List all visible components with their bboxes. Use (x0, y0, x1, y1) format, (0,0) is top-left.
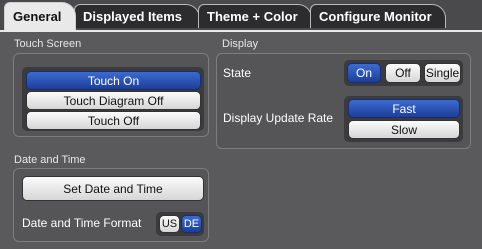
state-label: State (223, 66, 252, 80)
state-off-button[interactable]: Off (385, 63, 421, 83)
tab-displayed-items[interactable]: Displayed Items (74, 4, 200, 28)
date-time-title: Date and Time (14, 154, 86, 166)
tab-bar: General Displayed Items Theme + Color Co… (0, 0, 482, 30)
format-us-button[interactable]: US (159, 215, 180, 233)
update-rate-slow-button[interactable]: Slow (348, 120, 460, 139)
tab-label: Configure Monitor (319, 9, 432, 24)
state-on-button[interactable]: On (347, 63, 381, 83)
tab-label: Displayed Items (83, 9, 182, 24)
tab-label: General (13, 9, 62, 24)
format-de-button[interactable]: DE (181, 215, 202, 233)
touch-on-button[interactable]: Touch On (26, 71, 201, 90)
touch-screen-title: Touch Screen (14, 38, 82, 50)
tab-configure-monitor[interactable]: Configure Monitor (310, 4, 446, 28)
touch-off-button[interactable]: Touch Off (26, 111, 201, 130)
update-rate-fast-button[interactable]: Fast (348, 99, 460, 118)
display-title: Display (222, 38, 259, 50)
display-update-rate-label: Display Update Rate (223, 111, 334, 125)
date-time-format-label: Date and Time Format (22, 216, 142, 230)
tab-general[interactable]: General (4, 2, 76, 30)
tab-theme-color[interactable]: Theme + Color (198, 4, 312, 28)
tab-label: Theme + Color (207, 9, 298, 24)
state-single-button[interactable]: Single (424, 63, 461, 83)
touch-diagram-off-button[interactable]: Touch Diagram Off (26, 91, 201, 110)
set-date-time-button[interactable]: Set Date and Time (22, 176, 204, 201)
